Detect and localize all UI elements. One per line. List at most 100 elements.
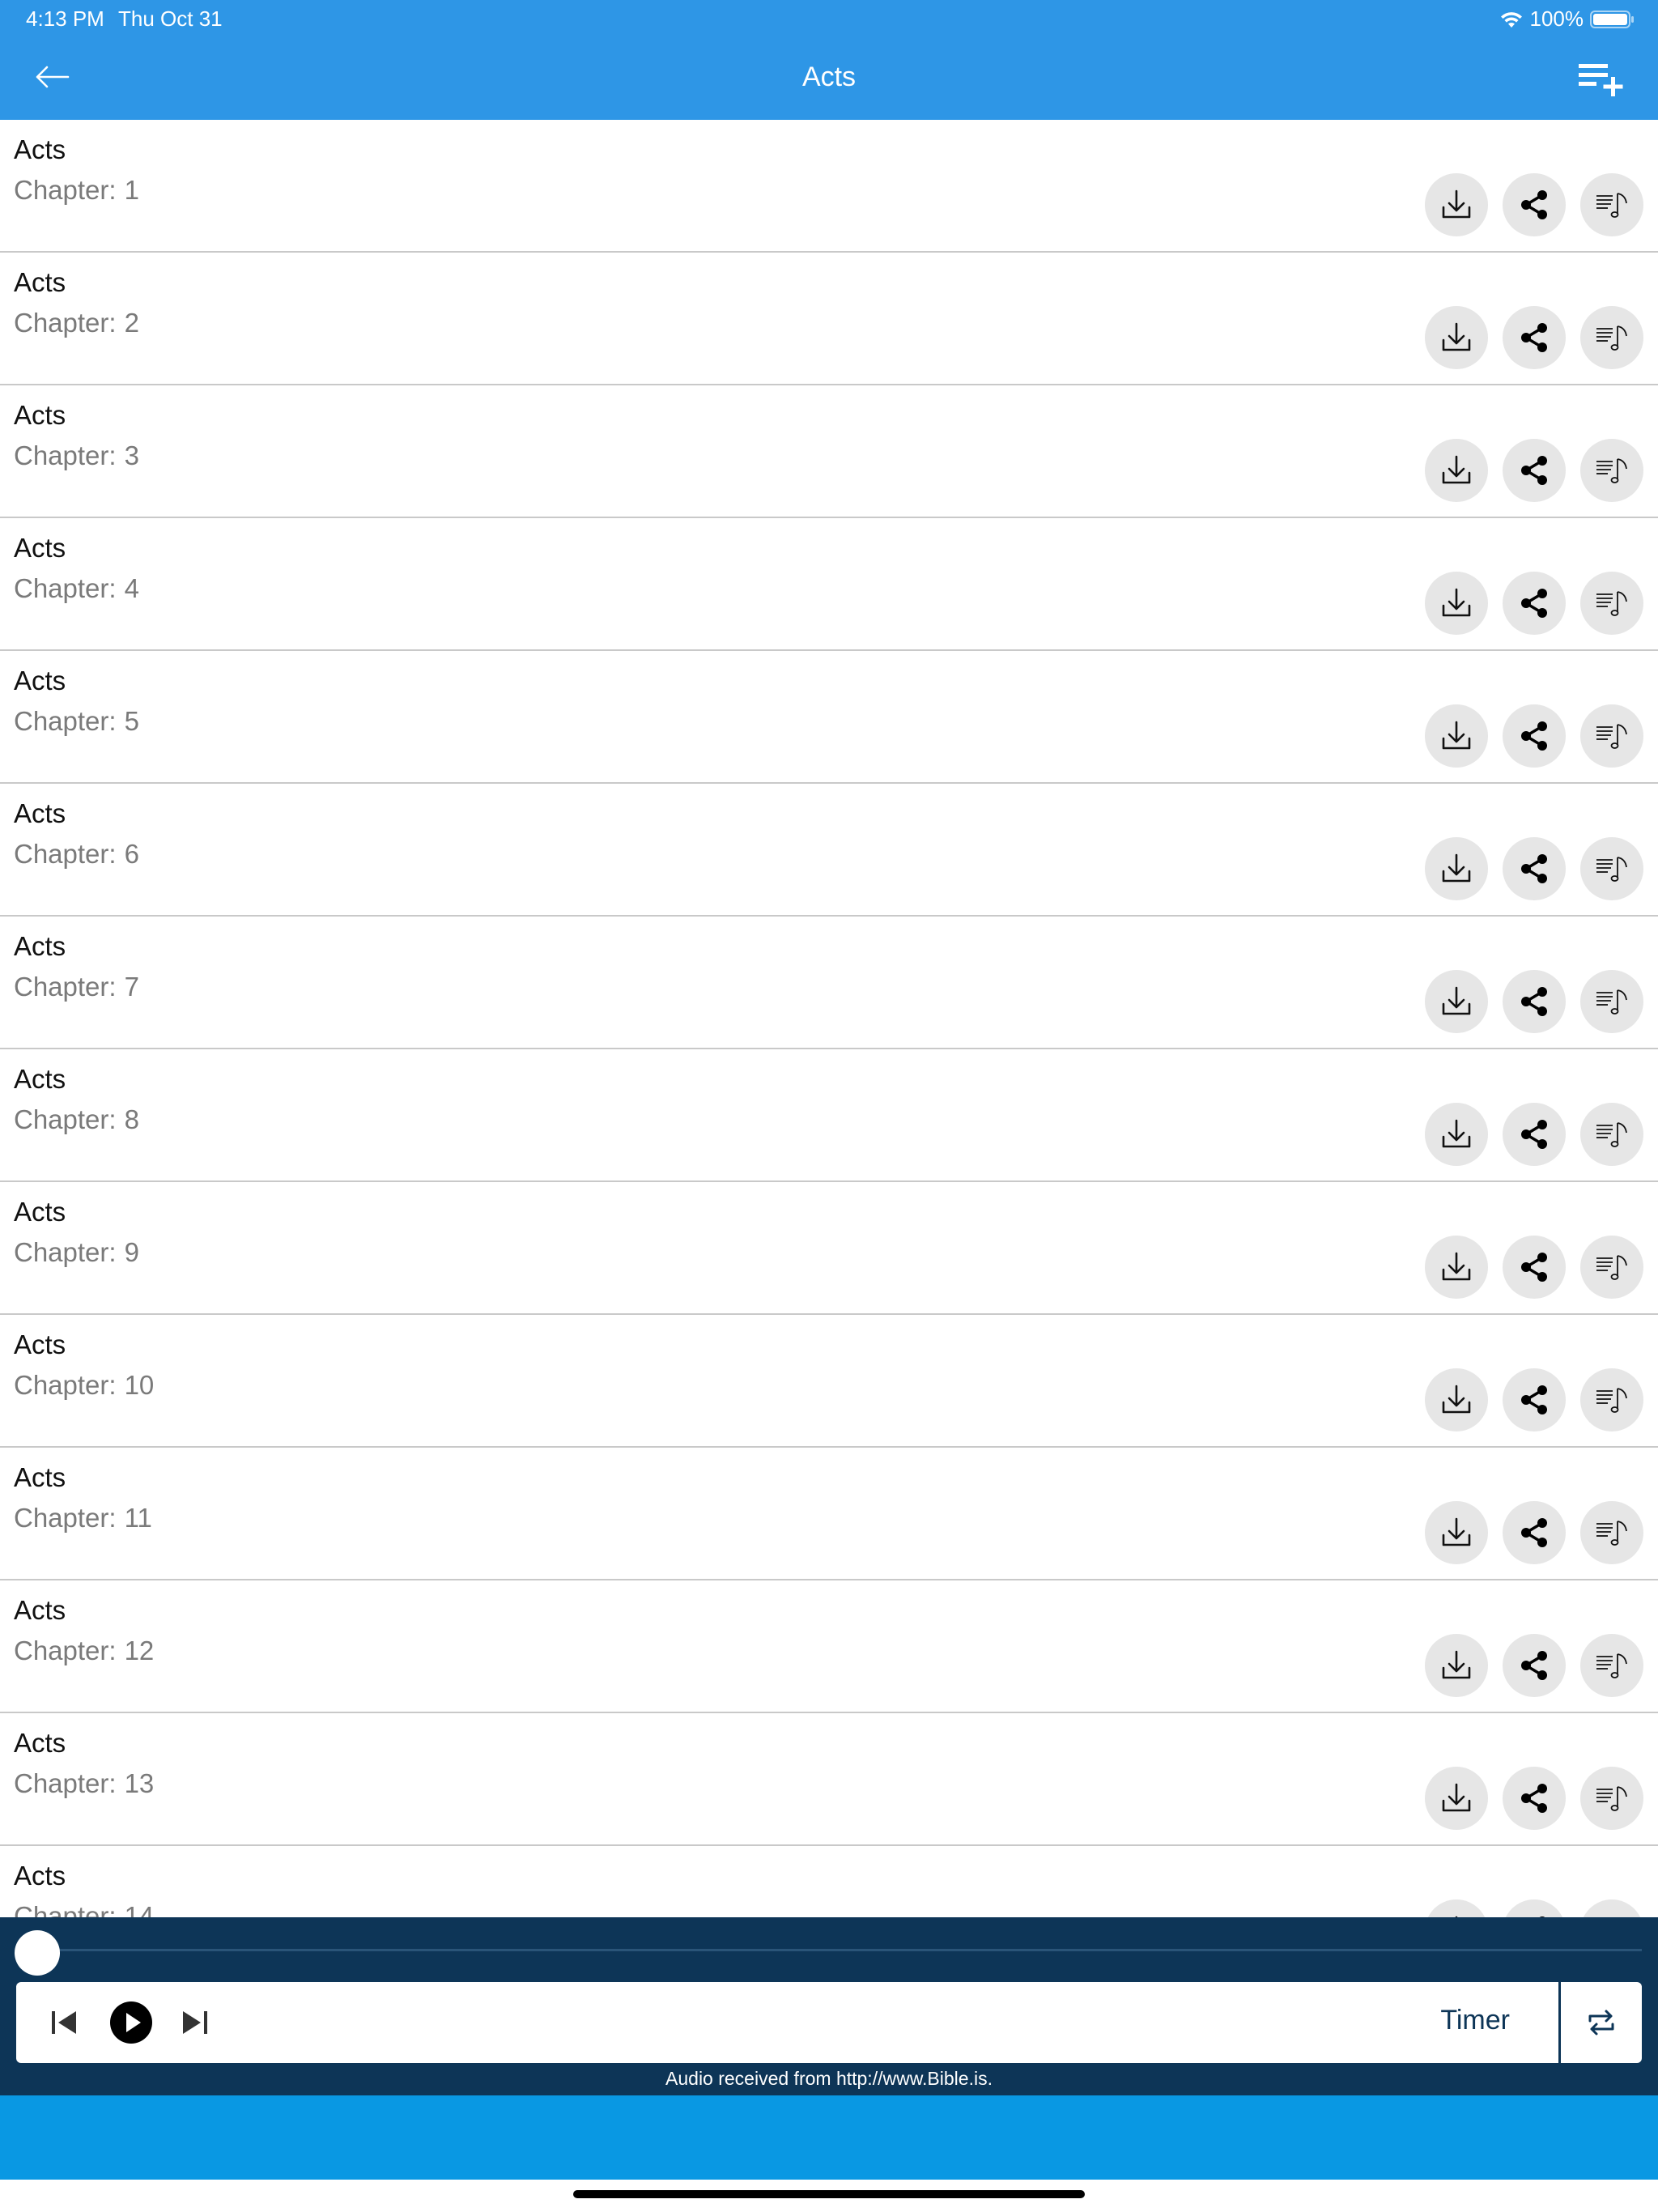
progress-slider-thumb[interactable] [15,1930,60,1976]
share-button[interactable] [1503,970,1566,1033]
add-to-playlist-button[interactable] [1580,1236,1643,1299]
download-button[interactable] [1425,1103,1488,1166]
repeat-button[interactable] [1561,1982,1642,2063]
add-to-playlist-button[interactable] [1580,970,1643,1033]
add-to-playlist-button[interactable] [1580,704,1643,768]
chapter-label: Chapter: 2 [14,308,139,338]
chapter-row[interactable]: Acts Chapter: 12 [0,1580,1658,1713]
chapter-book-title: Acts [14,1595,66,1625]
add-to-playlist-button[interactable] [1580,572,1643,635]
add-to-playlist-button[interactable] [1580,1634,1643,1697]
chapter-actions [1425,970,1643,1033]
download-button[interactable] [1425,1501,1488,1564]
share-button[interactable] [1503,1899,1566,1917]
share-button[interactable] [1503,1501,1566,1564]
chapter-number: 11 [124,1503,152,1533]
share-icon [1521,1385,1547,1414]
share-icon [1521,721,1547,751]
chapter-row[interactable]: Acts Chapter: 7 [0,917,1658,1049]
chapter-label: Chapter: 9 [14,1237,139,1268]
download-button[interactable] [1425,439,1488,502]
chapter-row[interactable]: Acts Chapter: 14 [0,1846,1658,1917]
add-to-playlist-button[interactable] [1580,837,1643,900]
download-button[interactable] [1425,1368,1488,1431]
download-button[interactable] [1425,572,1488,635]
download-button[interactable] [1425,306,1488,369]
download-button[interactable] [1425,1767,1488,1830]
chapter-label-text: Chapter: [14,972,117,1002]
chapter-book-title: Acts [14,1329,66,1359]
share-button[interactable] [1503,704,1566,768]
progress-track[interactable] [37,1949,1642,1951]
share-button[interactable] [1503,1767,1566,1830]
chapter-row[interactable]: Acts Chapter: 5 [0,651,1658,784]
chapter-label-text: Chapter: [14,175,117,205]
share-button[interactable] [1503,1236,1566,1299]
download-button[interactable] [1425,1899,1488,1917]
add-to-playlist-button[interactable] [1575,58,1626,99]
download-button[interactable] [1425,1236,1488,1299]
play-icon[interactable] [108,2000,154,2045]
download-button[interactable] [1425,970,1488,1033]
chapter-label-text: Chapter: [14,1901,117,1917]
chapter-row[interactable]: Acts Chapter: 3 [0,385,1658,518]
share-icon [1521,1784,1547,1813]
add-to-playlist-button[interactable] [1580,1767,1643,1830]
chapter-book-title: Acts [14,134,66,164]
add-to-playlist-button[interactable] [1580,1899,1643,1917]
chapter-label: Chapter: 3 [14,440,139,471]
download-icon [1442,189,1471,219]
chapter-row[interactable]: Acts Chapter: 9 [0,1182,1658,1315]
skip-next-icon[interactable] [175,2003,214,2042]
skip-previous-icon[interactable] [45,2003,84,2042]
share-button[interactable] [1503,572,1566,635]
share-button[interactable] [1503,306,1566,369]
timer-button[interactable]: Timer [1440,2005,1510,2036]
chapter-actions [1425,1899,1643,1917]
chapter-row[interactable]: Acts Chapter: 13 [0,1713,1658,1846]
add-to-playlist-button[interactable] [1580,1501,1643,1564]
add-to-playlist-button[interactable] [1580,306,1643,369]
download-icon [1442,1517,1471,1546]
add-to-playlist-icon [1596,1653,1627,1678]
add-to-playlist-icon [1596,1388,1627,1413]
chapter-row[interactable]: Acts Chapter: 10 [0,1315,1658,1448]
add-to-playlist-button[interactable] [1580,173,1643,236]
download-button[interactable] [1425,1634,1488,1697]
add-to-playlist-icon [1596,458,1627,483]
share-button[interactable] [1503,439,1566,502]
chapter-row[interactable]: Acts Chapter: 4 [0,518,1658,651]
chapter-label: Chapter: 14 [14,1901,154,1917]
chapter-label: Chapter: 5 [14,706,139,737]
share-button[interactable] [1503,1634,1566,1697]
chapter-row[interactable]: Acts Chapter: 8 [0,1049,1658,1182]
share-button[interactable] [1503,1103,1566,1166]
chapter-actions [1425,1634,1643,1697]
chapter-actions [1425,173,1643,236]
download-button[interactable] [1425,837,1488,900]
share-button[interactable] [1503,173,1566,236]
home-indicator[interactable] [573,2190,1085,2198]
download-button[interactable] [1425,704,1488,768]
add-to-playlist-icon [1596,1122,1627,1147]
chapter-list[interactable]: Acts Chapter: 1 Acts Chapter: 2 Acts Cha… [0,120,1658,1917]
chapter-row[interactable]: Acts Chapter: 1 [0,120,1658,253]
add-to-playlist-button[interactable] [1580,1103,1643,1166]
chapter-actions [1425,1236,1643,1299]
battery-full-icon [1590,10,1634,28]
download-button[interactable] [1425,173,1488,236]
chapter-number: 2 [124,308,139,338]
chapter-number: 3 [124,440,139,470]
add-to-playlist-button[interactable] [1580,1368,1643,1431]
share-button[interactable] [1503,1368,1566,1431]
chapter-label-text: Chapter: [14,1237,117,1267]
chapter-row[interactable]: Acts Chapter: 2 [0,253,1658,385]
download-icon [1442,721,1471,750]
add-to-playlist-button[interactable] [1580,439,1643,502]
chapter-number: 1 [124,175,139,205]
chapter-actions [1425,704,1643,768]
share-button[interactable] [1503,837,1566,900]
chapter-row[interactable]: Acts Chapter: 6 [0,784,1658,917]
chapter-row[interactable]: Acts Chapter: 11 [0,1448,1658,1580]
chapter-label: Chapter: 1 [14,175,139,206]
